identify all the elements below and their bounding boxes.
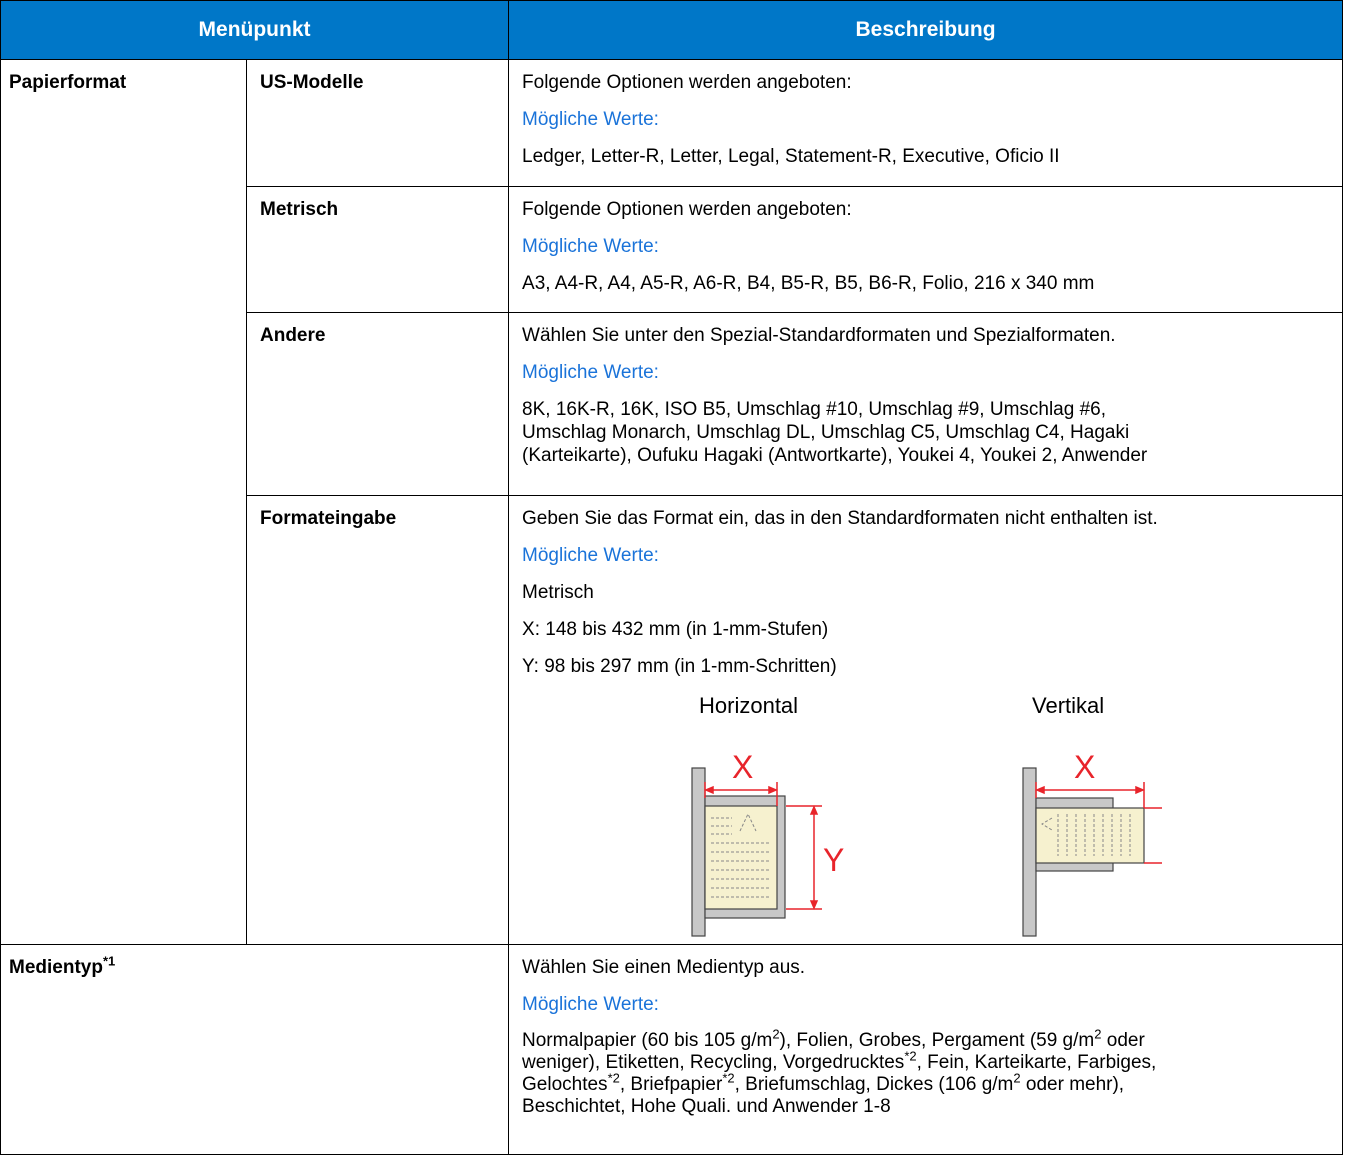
table-header-row: Menüpunkt Beschreibung	[0, 0, 1344, 60]
description-cell: Geben Sie das Format ein, das in den Sta…	[508, 495, 1344, 945]
us-models-values-label: Mögliche Werte:	[522, 109, 659, 130]
custom-size-desc: Geben Sie das Format ein, das in den Sta…	[522, 508, 1158, 529]
paper-orientation-figure: X Y X	[691, 749, 1163, 937]
other-label: Andere	[260, 325, 326, 346]
metric-label: Metrisch	[260, 199, 339, 220]
description-cell: Wählen Sie unter den Spezial-Standardfor…	[508, 312, 1344, 496]
table-row: Medientyp*1 Wählen Sie einen Medientyp a…	[0, 944, 1344, 1155]
sub-label-cell: Andere	[245, 312, 510, 496]
row-label-medientyp: Medientyp*1	[0, 944, 510, 1155]
media-type-values-label: Mögliche Werte:	[522, 994, 659, 1015]
horizontal-figure: X Y	[691, 749, 844, 937]
media-type-text: Medientyp	[9, 957, 103, 978]
other-values: 8K, 16K-R, 16K, ISO B5, Umschlag #10, Um…	[522, 398, 1332, 467]
papierformat-label: Papierformat	[9, 72, 127, 93]
menu-table: Menüpunkt Beschreibung Papierformat US-M…	[0, 0, 1344, 1155]
vertical-x-marker: X	[1074, 749, 1095, 785]
other-values-line: Umschlag Monarch, Umschlag DL, Umschlag …	[522, 422, 1130, 443]
media-type-desc: Wählen Sie einen Medientyp aus.	[522, 957, 806, 978]
vertical-figure: X	[1022, 749, 1163, 937]
sub-label-cell: Metrisch	[245, 186, 510, 313]
horizontal-y-marker: Y	[823, 842, 844, 878]
other-values-line: (Karteikarte), Oufuku Hagaki (Antwortkar…	[522, 445, 1148, 466]
custom-size-y-range: Y: 98 bis 297 mm (in 1-mm-Schritten)	[522, 656, 837, 677]
description-cell: Folgende Optionen werden angeboten: Mögl…	[508, 186, 1344, 313]
media-type-label: Medientyp*1	[1, 945, 508, 979]
sub-label-cell: Formateingabe	[245, 495, 510, 945]
metric-desc: Folgende Optionen werden angeboten:	[522, 199, 852, 220]
sub-label-cell: US-Modelle	[245, 59, 510, 187]
paper-orientation-diagram: Horizontal Vertikal X Y X	[522, 686, 1332, 944]
us-models-label: US-Modelle	[260, 72, 364, 93]
custom-size-label: Formateingabe	[260, 508, 397, 529]
header-menu-item: Menüpunkt	[0, 0, 510, 60]
metric-values: A3, A4-R, A4, A5-R, A6-R, B4, B5-R, B5, …	[522, 273, 1095, 294]
description-cell: Wählen Sie einen Medientyp aus. Mögliche…	[508, 944, 1344, 1155]
horizontal-x-marker: X	[732, 749, 753, 785]
custom-size-values-label: Mögliche Werte:	[522, 545, 659, 566]
us-models-desc: Folgende Optionen werden angeboten:	[522, 72, 852, 93]
metric-values-label: Mögliche Werte:	[522, 236, 659, 257]
row-label-papierformat: Papierformat	[0, 59, 247, 945]
custom-size-x-range: X: 148 bis 432 mm (in 1-mm-Stufen)	[522, 619, 829, 640]
description-cell: Folgende Optionen werden angeboten: Mögl…	[508, 59, 1344, 187]
other-values-line: 8K, 16K-R, 16K, ISO B5, Umschlag #10, Um…	[522, 399, 1107, 420]
table-row: Papierformat US-Modelle Folgende Optione…	[0, 59, 1344, 945]
us-models-values: Ledger, Letter-R, Letter, Legal, Stateme…	[522, 146, 1060, 167]
media-type-values: Normalpapier (60 bis 105 g/m2), Folien, …	[522, 1026, 1157, 1117]
other-desc: Wählen Sie unter den Spezial-Standardfor…	[522, 325, 1116, 346]
spec-page: Menüpunkt Beschreibung Papierformat US-M…	[0, 0, 1346, 1158]
other-values-label: Mögliche Werte:	[522, 362, 659, 383]
media-type-footnote: *1	[102, 953, 116, 969]
custom-size-unit: Metrisch	[522, 582, 594, 603]
header-description: Beschreibung	[508, 0, 1344, 60]
